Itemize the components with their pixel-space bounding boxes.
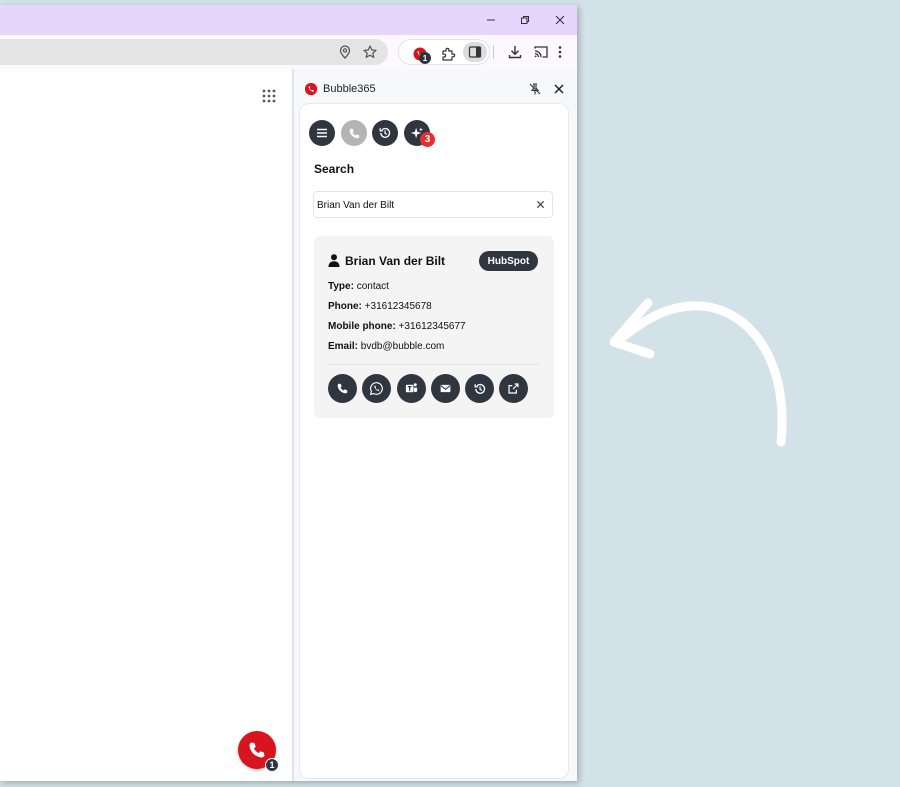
call-action-button[interactable] [328,374,357,403]
contact-result-card: Brian Van der Bilt HubSpot Type: contact… [314,236,554,418]
puzzle-icon[interactable] [439,45,457,63]
web-page [0,69,292,781]
menu-button[interactable] [309,120,335,146]
phone-icon [249,742,265,758]
curved-arrow-icon [609,298,787,447]
mail-icon [440,384,451,393]
unpin-icon[interactable] [528,82,542,96]
bubble365-logo-icon [304,82,318,96]
side-panel-title: Bubble365 [323,83,376,95]
field-value: contact [356,281,389,292]
toolbar-divider [493,45,494,59]
side-panel-divider[interactable] [292,69,294,781]
hubspot-badge[interactable]: HubSpot [479,251,538,271]
download-icon[interactable] [506,43,524,61]
field-label: Email: [328,341,359,352]
side-panel-header: Bubble365 [294,69,577,103]
phone-icon [349,128,359,138]
history-icon [474,383,485,394]
hamburger-icon [317,128,327,138]
call-history-button[interactable] [372,120,398,146]
teams-icon [405,383,418,393]
email-action-button[interactable] [431,374,460,403]
bookmark-star-icon[interactable] [362,44,378,60]
field-email: Email: bvdb@bubble.com [328,341,444,352]
history-icon [379,127,391,138]
bubble365-panel: 3 Search Brian Van der Bilt HubSpot Type… [299,103,569,779]
browser-toolbar: 1 [0,35,577,69]
phone-icon [337,383,348,394]
minimize-icon[interactable] [481,11,501,29]
contact-name: Brian Van der Bilt [345,254,446,268]
dialer-button[interactable] [341,120,367,146]
title-bar [0,5,577,35]
extension-badge: 1 [419,52,431,64]
field-type: Type: contact [328,281,389,292]
field-mobile-phone: Mobile phone: +31612345677 [328,321,466,332]
field-label: Type: [328,281,354,292]
search-heading: Search [314,162,355,176]
search-input[interactable] [317,196,522,214]
close-window-icon[interactable] [550,11,570,29]
person-icon [328,254,340,267]
field-value[interactable]: +31612345677 [399,321,466,332]
field-value[interactable]: bvdb@bubble.com [361,341,445,352]
contact-history-button[interactable] [465,374,494,403]
clear-search-icon[interactable] [534,198,546,210]
notification-badge: 3 [420,132,435,147]
browser-window: 1 Bubble365 3 Search Brian Van der Bilt … [0,5,577,781]
search-field[interactable] [313,191,553,218]
whatsapp-action-button[interactable] [362,374,391,403]
field-value[interactable]: +31612345678 [365,301,432,312]
card-divider [328,364,539,365]
more-menu-icon[interactable] [551,43,569,61]
side-panel-icon[interactable] [463,42,487,62]
field-phone: Phone: +31612345678 [328,301,432,312]
external-link-icon [508,383,519,394]
field-label: Mobile phone: [328,321,396,332]
teams-action-button[interactable] [397,374,426,403]
restore-icon[interactable] [515,11,535,29]
address-bar[interactable] [0,39,388,65]
floating-call-badge: 1 [265,758,279,772]
apps-grid-icon[interactable] [262,89,276,103]
close-panel-icon[interactable] [552,82,566,96]
extensions-group: 1 [398,39,490,65]
whatsapp-icon [369,382,383,396]
field-label: Phone: [328,301,362,312]
cast-icon[interactable] [532,43,550,61]
open-in-crm-button[interactable] [499,374,528,403]
location-icon[interactable] [337,44,353,60]
